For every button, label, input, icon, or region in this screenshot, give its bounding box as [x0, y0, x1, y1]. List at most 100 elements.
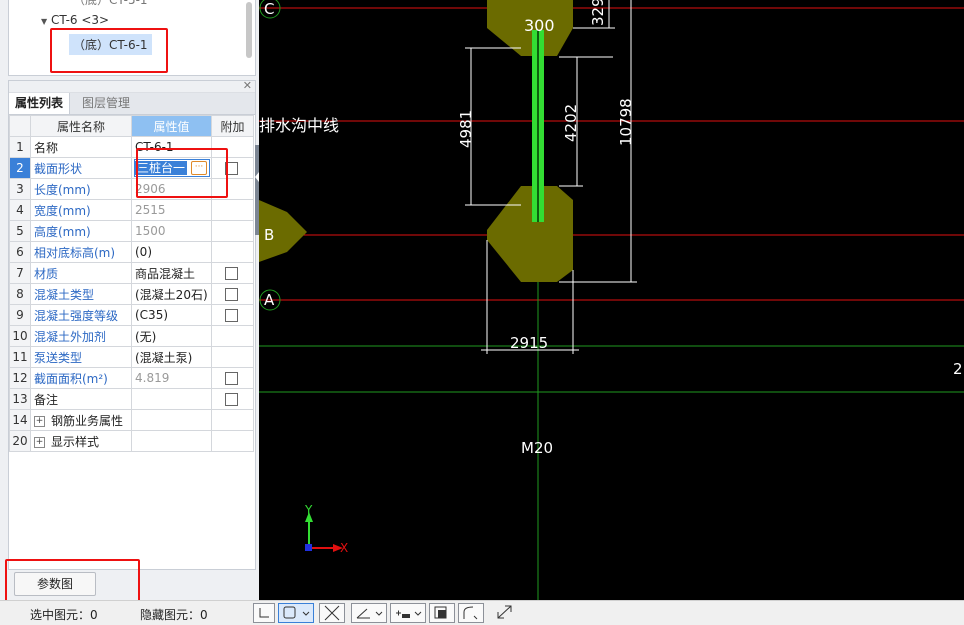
property-value-text: 4.819: [135, 371, 170, 385]
table-row[interactable]: 12 截面面积(m²) 4.819: [9, 367, 254, 389]
property-value[interactable]: 商品混凝土: [131, 262, 212, 284]
display-tool-icon[interactable]: [429, 603, 455, 623]
property-name-label: 混凝土类型: [34, 287, 95, 302]
property-extra: [211, 262, 254, 284]
table-row[interactable]: 7 材质 商品混凝土: [9, 262, 254, 284]
attach-checkbox[interactable]: [225, 372, 238, 385]
property-name: + 显示样式: [30, 430, 132, 452]
dim-bottom: 2915: [510, 334, 549, 352]
property-value[interactable]: (0): [131, 241, 212, 263]
property-name: 备注: [30, 388, 132, 410]
property-value-text: (混凝土泵): [135, 350, 193, 365]
property-extra: [211, 367, 254, 389]
property-value[interactable]: 4.819: [131, 367, 212, 389]
property-value[interactable]: (C35): [131, 304, 212, 326]
ucs-x-label: X: [340, 541, 349, 555]
highlight-box-button: [5, 559, 140, 602]
row-index: 20: [9, 430, 31, 452]
table-row[interactable]: 9 混凝土强度等级 (C35): [9, 304, 254, 326]
property-name: 截面形状: [30, 157, 132, 179]
table-row[interactable]: 8 混凝土类型 (混凝土20石): [9, 283, 254, 305]
row-index: 14: [9, 409, 31, 431]
axis-label-a: A: [264, 291, 275, 309]
dim-top: 300: [524, 16, 555, 35]
property-value[interactable]: [131, 388, 212, 410]
pile-cap-bottom[interactable]: [487, 186, 573, 282]
property-extra: [211, 199, 254, 221]
drawing-canvas[interactable]: C B A 排水沟中线 300 329 4981 4202 10798 2915…: [259, 0, 964, 600]
axis-label-c: C: [264, 0, 275, 18]
property-extra: [211, 283, 254, 305]
select-shape-tool-icon[interactable]: [278, 603, 314, 623]
table-row[interactable]: 5 高度(mm) 1500: [9, 220, 254, 242]
row-index: 6: [9, 241, 31, 263]
property-name-label: 混凝土外加剂: [34, 329, 107, 344]
tree-group-label: CT-6 <3>: [50, 13, 110, 27]
arc-tool-icon[interactable]: [458, 603, 484, 623]
property-name: 混凝土强度等级: [30, 304, 132, 326]
attach-checkbox[interactable]: [225, 267, 238, 280]
property-name: 名称: [30, 136, 132, 158]
highlight-box-tree: [50, 28, 168, 73]
row-index: 13: [9, 388, 31, 410]
table-row[interactable]: 13 备注: [9, 388, 254, 410]
tab-layer-manager[interactable]: 图层管理: [76, 93, 137, 114]
expand-icon[interactable]: +: [34, 415, 45, 427]
orthogonal-tool-icon[interactable]: [253, 603, 275, 623]
collapse-arrow-icon[interactable]: ▼: [41, 17, 47, 26]
table-row[interactable]: 4 宽度(mm) 2515: [9, 199, 254, 221]
ucs-icon: [305, 512, 343, 552]
table-row[interactable]: 14 + 钢筋业务属性: [9, 409, 254, 431]
property-value-text: (C35): [135, 308, 169, 322]
table-row[interactable]: 11 泵送类型 (混凝土泵): [9, 346, 254, 368]
status-bar: 选中图元：0 隐藏图元：0: [0, 600, 964, 623]
property-name-label: 泵送类型: [34, 350, 83, 365]
dim-mid-vertical: 4202: [562, 103, 580, 142]
property-name-label: 相对底标高(m): [34, 245, 116, 260]
row-index: 9: [9, 304, 31, 326]
tree-scrollbar[interactable]: [246, 2, 252, 58]
grid-header-name: 属性名称: [30, 115, 132, 137]
selected-count: 选中图元：0: [30, 608, 98, 622]
property-value[interactable]: (混凝土20石): [131, 283, 212, 305]
table-row[interactable]: 10 混凝土外加剂 (无): [9, 325, 254, 347]
row-index: 12: [9, 367, 31, 389]
tree-item-cut[interactable]: （底）CT-5-1: [73, 0, 148, 8]
tree-group-ct6[interactable]: ▼ CT-6 <3>: [41, 13, 109, 27]
property-value-text: 1500: [135, 224, 166, 238]
property-value[interactable]: (混凝土泵): [131, 346, 212, 368]
property-name: 混凝土外加剂: [30, 325, 132, 347]
cross-tool-icon[interactable]: [319, 603, 345, 623]
close-icon[interactable]: ✕: [243, 79, 252, 92]
property-name: 混凝土类型: [30, 283, 132, 305]
dim-right-vertical: 10798: [617, 98, 635, 146]
grid-label-m20: M20: [521, 439, 554, 457]
ucs-y-label: Y: [305, 503, 313, 517]
fullscreen-icon[interactable]: [494, 603, 516, 621]
property-value-text: 商品混凝土: [135, 266, 196, 281]
table-row[interactable]: 20 + 显示样式: [9, 430, 254, 452]
property-value[interactable]: 1500: [131, 220, 212, 242]
row-index: 1: [9, 136, 31, 158]
property-name: 相对底标高(m): [30, 241, 132, 263]
attach-checkbox[interactable]: [225, 393, 238, 406]
property-name-label: 宽度(mm): [34, 203, 91, 218]
property-value-text: (混凝土20石): [135, 287, 208, 302]
property-name-label: 高度(mm): [34, 224, 91, 239]
snap-tool-icon[interactable]: [390, 603, 426, 623]
property-value[interactable]: [131, 430, 212, 452]
property-value[interactable]: [131, 409, 212, 431]
table-row[interactable]: 6 相对底标高(m) (0): [9, 241, 254, 263]
attach-checkbox[interactable]: [225, 309, 238, 322]
property-name-label: 材质: [34, 266, 59, 281]
property-group-label: 钢筋业务属性: [51, 413, 124, 428]
attach-checkbox[interactable]: [225, 288, 238, 301]
property-value[interactable]: (无): [131, 325, 212, 347]
expand-icon[interactable]: +: [34, 436, 45, 448]
tab-property-list[interactable]: 属性列表: [9, 93, 71, 114]
angle-tool-icon[interactable]: [351, 603, 387, 623]
property-name-label: 截面面积(m²): [34, 371, 108, 386]
property-value[interactable]: 2515: [131, 199, 212, 221]
property-name: + 钢筋业务属性: [30, 409, 132, 431]
property-extra: [211, 241, 254, 263]
